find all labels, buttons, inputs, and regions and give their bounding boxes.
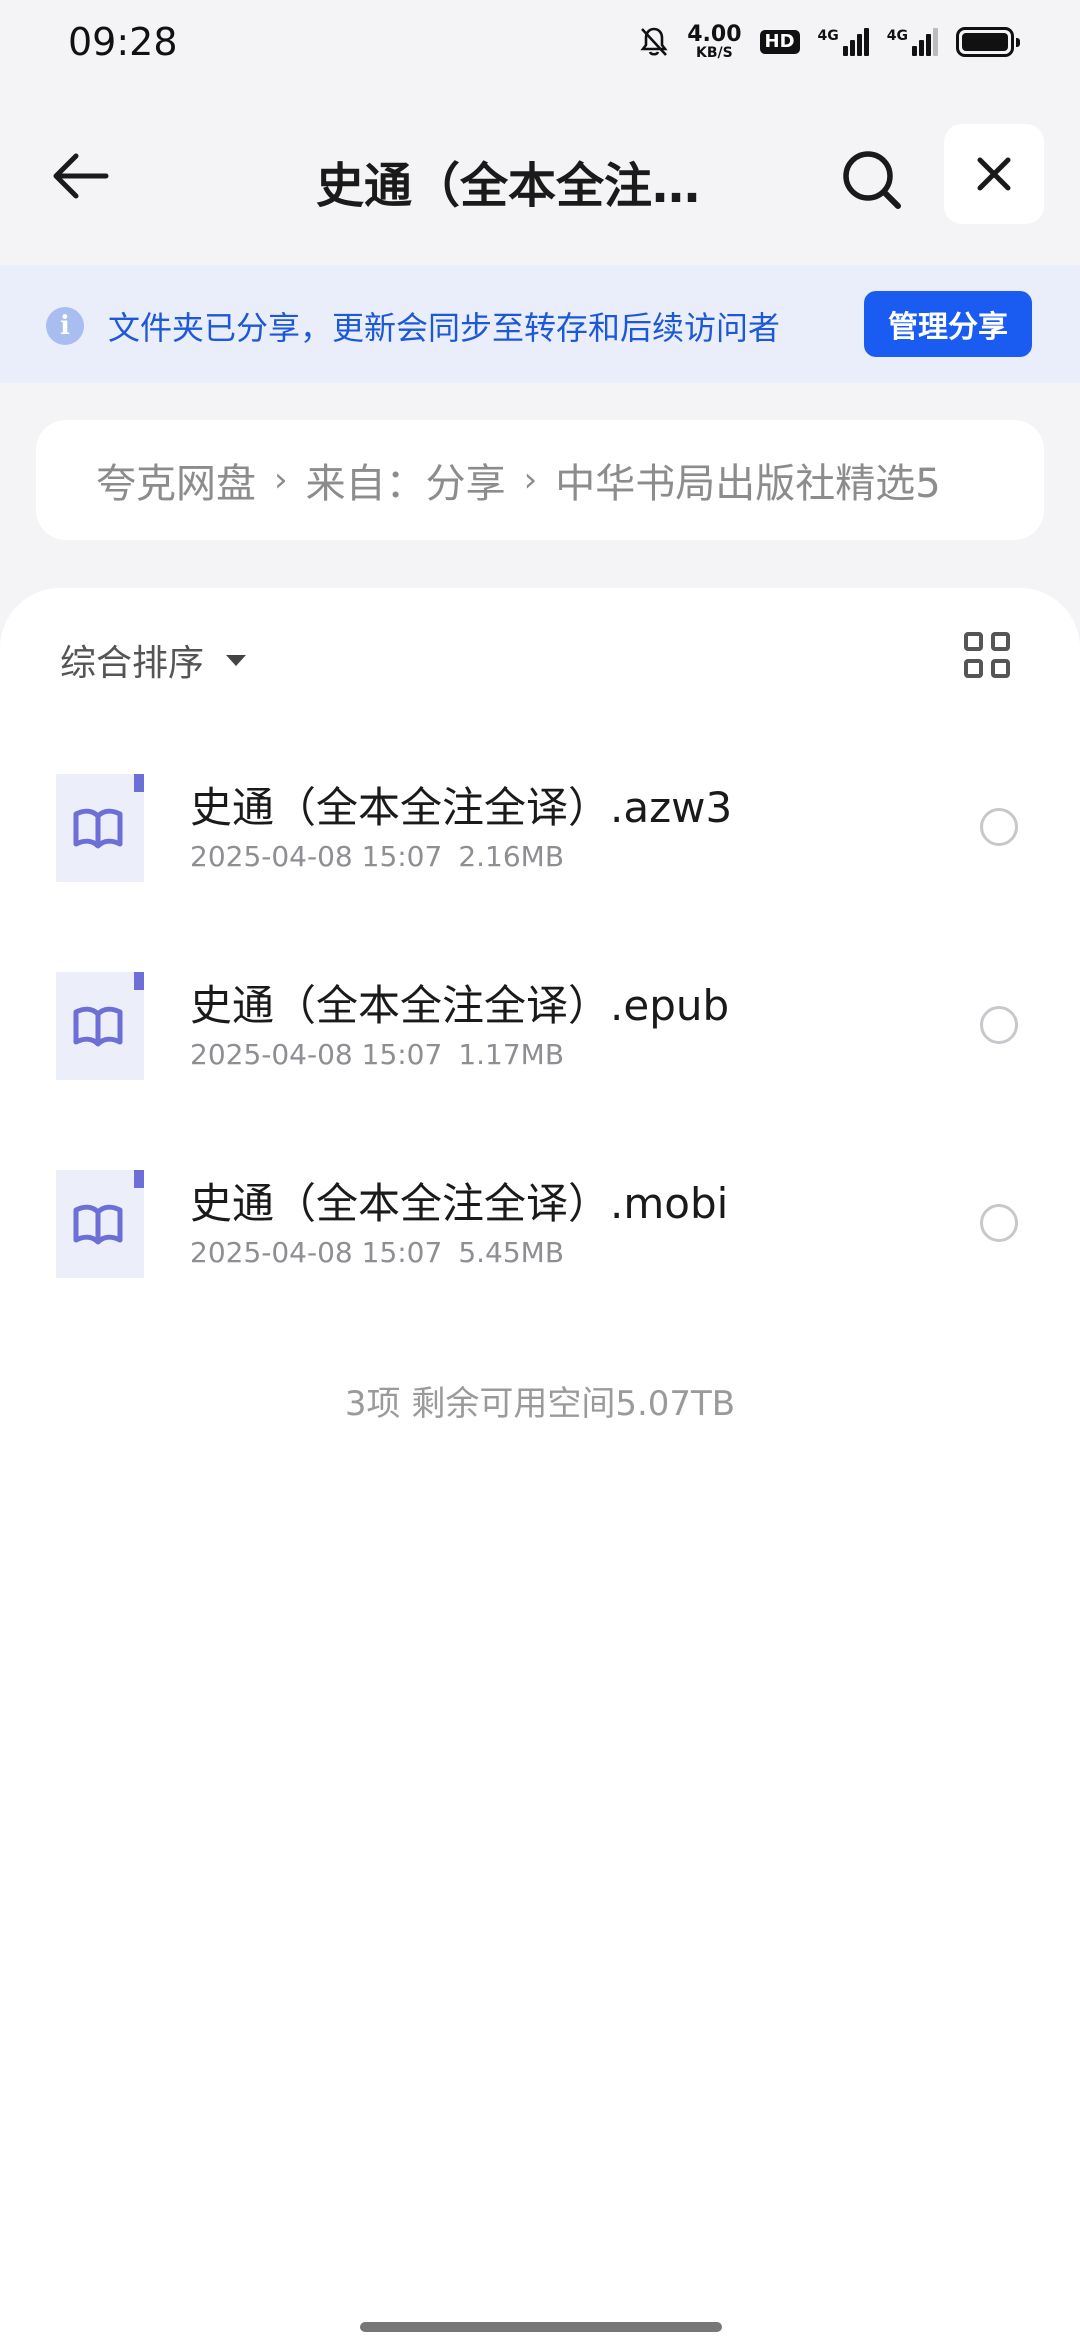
status-time: 09:28 [68, 20, 178, 64]
ebook-file-icon [56, 1170, 144, 1278]
storage-summary: 3项 剩余可用空间5.07TB [344, 1384, 736, 1424]
top-app-bar: 史通（全本全注全译） [0, 110, 1080, 238]
breadcrumb: 夸克网盘 › 来自：分享 › 中华书局出版社精选5 [36, 420, 1044, 540]
breadcrumb-item-root[interactable]: 夸克网盘 [96, 451, 256, 509]
share-banner: i 文件夹已分享，更新会同步至转存和后续访问者 管理分享 [0, 265, 1080, 383]
ebook-file-icon [56, 972, 144, 1080]
search-button[interactable] [832, 140, 912, 220]
arrow-left-icon [53, 153, 109, 199]
file-date: 2025-04-08 15:07 [190, 840, 443, 873]
bell-muted-icon [640, 27, 668, 56]
ebook-file-icon [56, 774, 144, 882]
search-icon [843, 151, 901, 209]
file-name: 史通（全本全注全译）.mobi [190, 1179, 729, 1228]
home-indicator[interactable] [360, 2322, 722, 2332]
chevron-right-icon: › [523, 460, 538, 500]
sim2-network-label: 4G [886, 28, 908, 44]
share-banner-text: 文件夹已分享，更新会同步至转存和后续访问者 [108, 309, 781, 347]
network-speed: 4.00 KB/S [687, 22, 742, 61]
sort-label: 综合排序 [60, 643, 205, 684]
sim1-network-label: 4G [817, 28, 839, 44]
file-meta: 2025-04-08 15:07 1.17MB [190, 1038, 564, 1071]
file-size: 1.17MB [458, 1038, 565, 1071]
file-date: 2025-04-08 15:07 [190, 1038, 443, 1071]
signal-sim2-icon: 4G [887, 28, 938, 56]
close-button[interactable] [944, 124, 1044, 224]
file-name: 史通（全本全注全译）.epub [190, 981, 730, 1030]
list-item[interactable]: 史通（全本全注全译）.mobi 2025-04-08 15:07 5.45MB [0, 1166, 1080, 1326]
back-button[interactable] [44, 140, 116, 212]
grid-view-toggle[interactable] [964, 632, 1010, 678]
chevron-right-icon: › [274, 460, 288, 500]
close-icon [977, 157, 1011, 191]
select-radio[interactable] [980, 808, 1018, 846]
info-icon: i [46, 307, 84, 345]
breadcrumb-item-current[interactable]: 中华书局出版社精选5 [555, 451, 940, 509]
caret-down-icon [226, 654, 247, 666]
file-size: 2.16MB [458, 840, 565, 873]
manage-share-button[interactable]: 管理分享 [864, 291, 1032, 357]
battery-icon [956, 27, 1020, 57]
page-title: 史通（全本全注全译） [316, 158, 736, 214]
file-name: 史通（全本全注全译）.azw3 [190, 783, 733, 832]
network-speed-value: 4.00 [687, 22, 742, 47]
list-item[interactable]: 史通（全本全注全译）.epub 2025-04-08 15:07 1.17MB [0, 968, 1080, 1128]
sort-dropdown[interactable]: 综合排序 [60, 634, 247, 686]
file-meta: 2025-04-08 15:07 5.45MB [190, 1236, 564, 1269]
list-item[interactable]: 史通（全本全注全译）.azw3 2025-04-08 15:07 2.16MB [0, 770, 1080, 930]
status-icons: 4.00 KB/S HD 4G 4G [639, 22, 1020, 61]
file-meta: 2025-04-08 15:07 2.16MB [190, 840, 564, 873]
select-radio[interactable] [980, 1204, 1018, 1242]
grid-view-icon [964, 632, 983, 651]
network-speed-unit: KB/S [696, 45, 733, 61]
hd-voice-badge: HD [759, 30, 800, 54]
breadcrumb-item-shared[interactable]: 来自：分享 [306, 451, 506, 509]
file-size: 5.45MB [458, 1236, 565, 1269]
file-list-panel: 综合排序 史通（全本全注全译）.azw3 2025-04-08 15:07 2.1… [0, 588, 1080, 2340]
screen: 09:28 4.00 KB/S HD 4G 4G 史通（全本全注全 i 文件夹已… [0, 0, 1080, 2340]
status-bar: 09:28 4.00 KB/S HD 4G 4G [0, 0, 1080, 84]
file-date: 2025-04-08 15:07 [190, 1236, 443, 1269]
select-radio[interactable] [980, 1006, 1018, 1044]
signal-sim1-icon: 4G [818, 28, 869, 56]
